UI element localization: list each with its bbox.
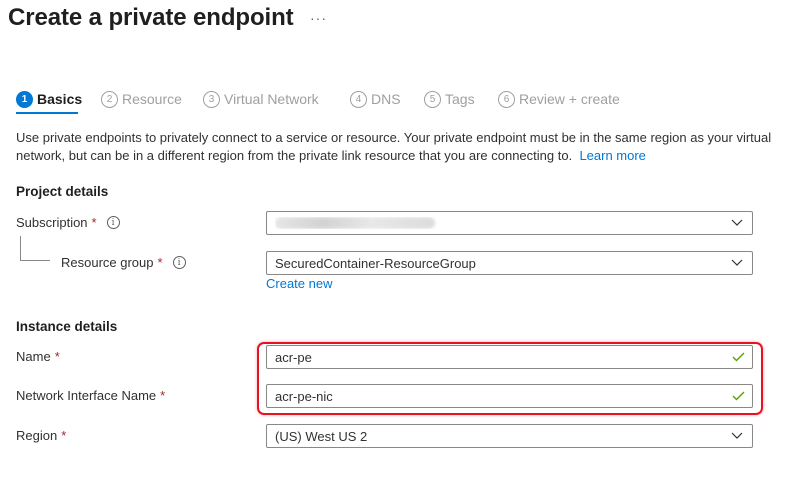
step-number-icon: 3 (203, 90, 220, 108)
checkmark-icon (724, 385, 752, 407)
subscription-label: Subscription * i (16, 215, 120, 230)
tab-virtual-network[interactable]: 3 Virtual Network (203, 88, 319, 110)
network-interface-name-label: Network Interface Name * (16, 388, 165, 403)
step-number-icon: 6 (498, 90, 515, 108)
intro-description: Use private endpoints to privately conne… (16, 130, 772, 163)
tab-label: Basics (37, 91, 83, 107)
tab-dns[interactable]: 4 DNS (350, 88, 401, 110)
step-number-icon: 2 (101, 90, 118, 108)
subscription-label-text: Subscription (16, 215, 88, 230)
tab-label: Resource (122, 91, 182, 107)
create-new-link[interactable]: Create new (266, 276, 332, 291)
subscription-value (275, 217, 722, 229)
required-mark: * (91, 215, 97, 230)
tree-connector-vertical (20, 236, 21, 260)
tab-label: DNS (371, 91, 401, 107)
name-label: Name * (16, 349, 60, 364)
required-mark: * (54, 349, 60, 364)
tree-connector-horizontal (20, 260, 50, 261)
required-mark: * (157, 255, 163, 270)
resource-group-label-text: Resource group (61, 255, 154, 270)
resource-group-label: Resource group * i (61, 255, 186, 270)
region-dropdown[interactable]: (US) West US 2 (266, 424, 753, 448)
subscription-dropdown[interactable] (266, 211, 753, 235)
page-title: Create a private endpoint (8, 4, 294, 31)
chevron-down-icon (722, 425, 752, 447)
more-options-button[interactable]: ··· (310, 10, 327, 26)
network-interface-name-label-text: Network Interface Name (16, 388, 157, 403)
step-number-icon: 4 (350, 90, 367, 108)
chevron-down-icon (722, 252, 752, 274)
tab-tags[interactable]: 5 Tags (424, 88, 475, 110)
tab-label: Review + create (519, 91, 620, 107)
resource-group-value: SecuredContainer-ResourceGroup (275, 255, 476, 271)
required-mark: * (61, 428, 67, 443)
network-interface-name-value: acr-pe-nic (275, 388, 333, 404)
resource-group-dropdown[interactable]: SecuredContainer-ResourceGroup (266, 251, 753, 275)
step-number-icon: 1 (16, 90, 33, 108)
redacted-value (275, 217, 435, 229)
info-icon[interactable]: i (172, 256, 186, 269)
tab-label: Tags (445, 91, 475, 107)
name-input[interactable]: acr-pe (266, 345, 753, 369)
intro-text: Use private endpoints to privately conne… (16, 129, 776, 165)
active-tab-indicator (16, 112, 78, 114)
tab-label: Virtual Network (224, 91, 319, 107)
region-label: Region * (16, 428, 66, 443)
info-icon[interactable]: i (106, 216, 120, 229)
project-details-heading: Project details (16, 184, 109, 199)
tab-resource[interactable]: 2 Resource (101, 88, 182, 110)
step-number-icon: 5 (424, 90, 441, 108)
learn-more-link[interactable]: Learn more (579, 148, 645, 163)
region-label-text: Region (16, 428, 58, 443)
name-label-text: Name (16, 349, 51, 364)
name-value: acr-pe (275, 349, 312, 365)
tab-review-create[interactable]: 6 Review + create (498, 88, 620, 110)
network-interface-name-input[interactable]: acr-pe-nic (266, 384, 753, 408)
create-private-endpoint-page: Create a private endpoint ··· 1 Basics 2… (0, 0, 811, 489)
checkmark-icon (724, 346, 752, 368)
instance-details-heading: Instance details (16, 319, 118, 334)
tab-basics[interactable]: 1 Basics (16, 88, 82, 110)
required-mark: * (160, 388, 166, 403)
chevron-down-icon (722, 212, 752, 234)
region-value: (US) West US 2 (275, 428, 368, 444)
